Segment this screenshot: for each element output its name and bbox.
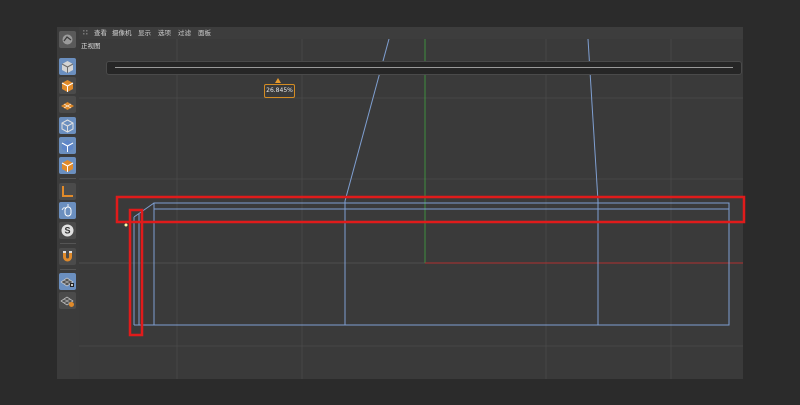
- polygon-icon[interactable]: [59, 137, 76, 154]
- toolbar-separator: [60, 269, 76, 270]
- magnet-icon[interactable]: [59, 248, 76, 265]
- orange-cube-icon[interactable]: [59, 157, 76, 174]
- plane-icon[interactable]: [59, 96, 76, 113]
- grid-icon[interactable]: [59, 292, 76, 309]
- viewport-grid: [79, 39, 743, 379]
- grip-icon[interactable]: [83, 30, 89, 36]
- app-window: S 查看 摄像机 显示 选项 过滤 面板 正视图 26.845%: [57, 27, 743, 379]
- left-toolbar: S: [57, 27, 80, 379]
- lock-grid-icon[interactable]: [59, 273, 76, 290]
- cube-icon[interactable]: [59, 58, 76, 75]
- snap-icon[interactable]: S: [59, 222, 76, 239]
- camera-icon[interactable]: [59, 31, 76, 48]
- slider-track: [115, 67, 733, 68]
- menu-camera[interactable]: 摄像机: [112, 28, 132, 38]
- slider-value-tooltip: 26.845%: [264, 84, 295, 98]
- svg-text:S: S: [64, 226, 70, 236]
- viewport-title: 正视图: [81, 42, 101, 50]
- slider-thumb[interactable]: [275, 78, 281, 83]
- mouse-icon[interactable]: [59, 202, 76, 219]
- menu-filter[interactable]: 过滤: [178, 28, 191, 38]
- toolbar-separator: [60, 178, 76, 179]
- toolbar-separator: [60, 243, 76, 244]
- axis-icon[interactable]: [59, 183, 76, 200]
- zoom-slider[interactable]: [106, 61, 742, 75]
- front-viewport[interactable]: 正视图 26.845%: [79, 39, 743, 379]
- menu-panel[interactable]: 面板: [198, 28, 211, 38]
- menu-view[interactable]: 查看: [94, 28, 107, 38]
- menu-options[interactable]: 选项: [158, 28, 171, 38]
- checker-cube-icon[interactable]: [59, 77, 76, 94]
- menu-display[interactable]: 显示: [138, 28, 151, 38]
- wire-cube-icon[interactable]: [59, 117, 76, 134]
